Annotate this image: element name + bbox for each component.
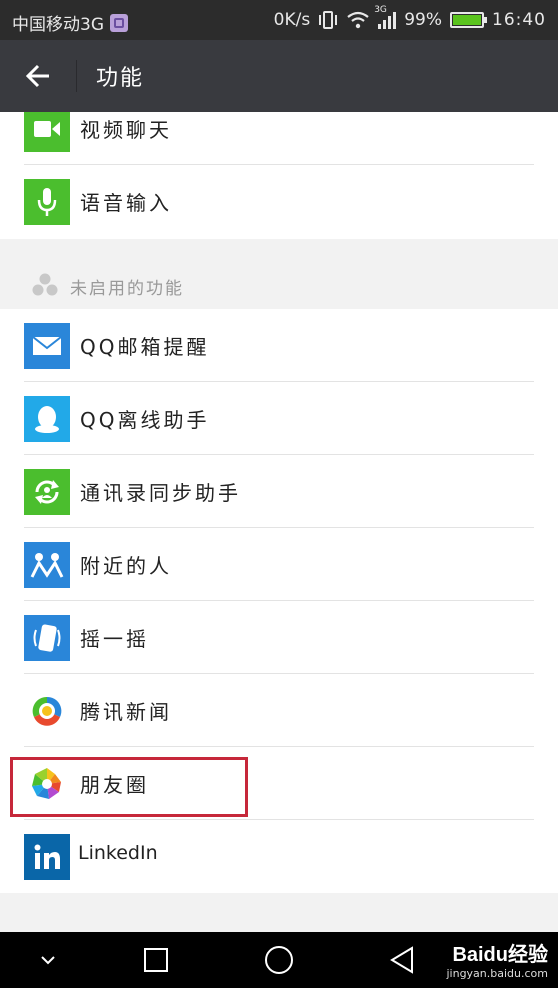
qq-penguin-icon [24, 396, 70, 442]
network-speed: 0K/s [273, 10, 311, 30]
circle-icon [265, 946, 293, 974]
nav-recents-button[interactable] [136, 942, 176, 978]
tencent-news-icon [24, 688, 70, 734]
chevron-down-icon [41, 956, 55, 965]
app-bar-divider [76, 60, 77, 92]
disabled-section-header: 未启用的功能 [0, 239, 558, 309]
clock: 16:40 [492, 10, 546, 30]
carrier-label: 中国移动3G [12, 15, 104, 35]
network-type: 3G [374, 5, 387, 15]
people-nearby-icon [24, 542, 70, 588]
feature-label: 视频聊天 [80, 118, 172, 142]
enabled-features-group: 视频聊天 语音输入 [0, 112, 558, 239]
feature-label: QQ邮箱提醒 [80, 335, 210, 359]
square-icon [144, 948, 168, 972]
shake-icon [24, 615, 70, 661]
watermark-brand: Baidu经验 [452, 944, 548, 966]
nav-home-button[interactable] [259, 942, 299, 978]
feature-item-linkedin[interactable]: LinkedIn [0, 820, 558, 893]
moments-highlight-box [10, 757, 248, 817]
feature-label: 语音输入 [80, 191, 172, 215]
feature-item-tencent-news[interactable]: 腾讯新闻 [0, 674, 558, 747]
feature-label: QQ离线助手 [80, 408, 210, 432]
feature-label: 摇一摇 [80, 627, 149, 651]
gallery-notification-icon [110, 13, 128, 32]
feature-item-qq-offline[interactable]: QQ离线助手 [0, 382, 558, 455]
watermark-url: jingyan.baidu.com [446, 967, 548, 980]
app-bar: 功能 [0, 40, 558, 112]
navigation-bar: Baidu经验 jingyan.baidu.com [0, 932, 558, 988]
features-group-icon [32, 273, 58, 296]
video-icon [24, 112, 70, 152]
page-title: 功能 [96, 66, 145, 91]
feature-label: 附近的人 [80, 554, 172, 578]
nav-back-button[interactable] [382, 942, 422, 978]
sync-icon [24, 469, 70, 515]
battery-percent: 99% [404, 10, 442, 30]
feature-label: 腾讯新闻 [80, 700, 172, 724]
baidu-jingyan-watermark: Baidu经验 jingyan.baidu.com [446, 938, 548, 980]
feature-label: LinkedIn [78, 842, 158, 864]
section-title: 未启用的功能 [70, 279, 184, 299]
back-button[interactable] [16, 58, 60, 94]
back-arrow-icon [25, 64, 49, 88]
feature-item-qq-mail[interactable]: QQ邮箱提醒 [0, 309, 558, 382]
triangle-back-icon [390, 946, 413, 974]
wifi-icon [347, 11, 369, 29]
feature-item-video-chat[interactable]: 视频聊天 [0, 112, 558, 165]
battery-icon [450, 12, 487, 28]
nav-collapse-button[interactable] [28, 942, 68, 978]
linkedin-icon [24, 834, 70, 880]
feature-label: 通讯录同步助手 [80, 481, 241, 505]
mail-icon [24, 323, 70, 369]
vibrate-icon [319, 11, 338, 29]
signal-icon: 3G [374, 5, 397, 29]
status-bar: 中国移动3G 0K/s 3G 99% 16:40 [0, 0, 558, 40]
feature-item-shake[interactable]: 摇一摇 [0, 601, 558, 674]
feature-item-people-nearby[interactable]: 附近的人 [0, 528, 558, 601]
mic-icon [24, 179, 70, 225]
feature-item-voice-input[interactable]: 语音输入 [0, 165, 558, 239]
feature-item-contacts-sync[interactable]: 通讯录同步助手 [0, 455, 558, 528]
